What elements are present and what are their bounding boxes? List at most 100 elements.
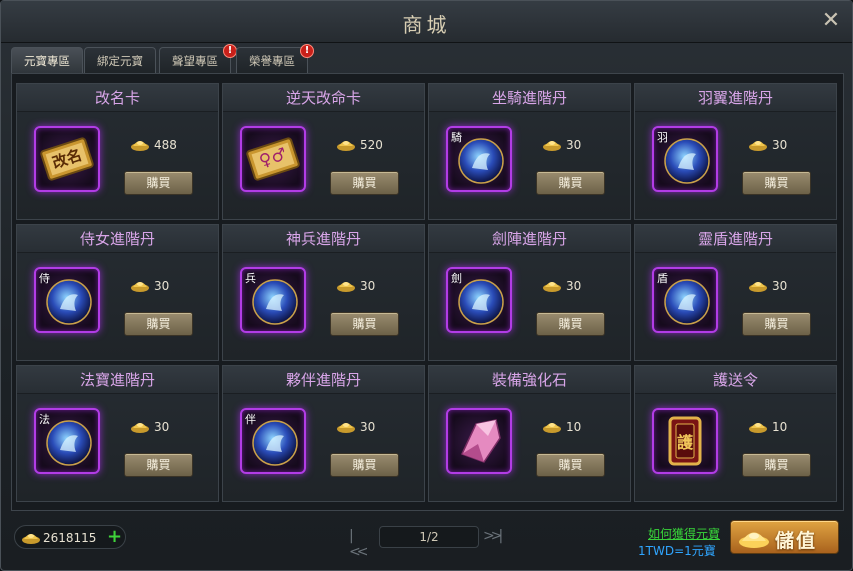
how-to-get-link[interactable]: 如何獲得元寶 bbox=[648, 525, 720, 542]
tab-2[interactable]: 綁定元寶 bbox=[84, 47, 156, 73]
item-slot[interactable]: 改名 bbox=[34, 126, 100, 192]
ingot-icon bbox=[337, 141, 355, 151]
item-price: 10 bbox=[772, 420, 788, 434]
shop-item-card: 羽翼進階丹 羽 30 購買 bbox=[634, 83, 837, 220]
item-slot[interactable]: ♀♂ bbox=[240, 126, 306, 192]
gold-ingot-icon bbox=[739, 532, 769, 548]
item-price: 30 bbox=[360, 279, 376, 293]
shop-item-card: 逆天改命卡 ♀♂ 520 購買 bbox=[222, 83, 425, 220]
item-price: 30 bbox=[566, 138, 582, 152]
buy-button[interactable]: 購買 bbox=[536, 171, 605, 195]
prev-page-icon[interactable]: |<< bbox=[349, 528, 369, 560]
tab-1[interactable]: 元寶專區 bbox=[11, 47, 83, 73]
item-category-label: 盾 bbox=[657, 272, 668, 285]
buy-button[interactable]: 購買 bbox=[536, 453, 605, 477]
ingot-icon bbox=[131, 141, 149, 151]
item-category-label: 劍 bbox=[451, 272, 462, 285]
shop-item-card: 神兵進階丹 兵 30 購買 bbox=[222, 224, 425, 361]
buy-button[interactable]: 購買 bbox=[330, 171, 399, 195]
item-name: 靈盾進階丹 bbox=[635, 225, 836, 253]
close-icon[interactable]: ✕ bbox=[820, 10, 842, 32]
item-price: 30 bbox=[154, 279, 170, 293]
item-name: 改名卡 bbox=[17, 84, 218, 112]
ingot-icon bbox=[749, 141, 767, 151]
shop-item-card: 改名卡 改名 488 購買 bbox=[16, 83, 219, 220]
item-price: 30 bbox=[360, 420, 376, 434]
buy-button[interactable]: 購買 bbox=[742, 171, 811, 195]
item-slot[interactable]: 法 bbox=[34, 408, 100, 474]
item-slot[interactable]: 護 bbox=[652, 408, 718, 474]
item-name: 護送令 bbox=[635, 366, 836, 394]
ingot-icon bbox=[749, 423, 767, 433]
buy-button[interactable]: 購買 bbox=[124, 312, 193, 336]
title-bar: 商城 ✕ bbox=[1, 1, 852, 43]
shop-item-card: 法寶進階丹 法 30 購買 bbox=[16, 365, 219, 502]
item-slot[interactable]: 劍 bbox=[446, 267, 512, 333]
item-price: 488 bbox=[154, 138, 177, 152]
item-name: 羽翼進階丹 bbox=[635, 84, 836, 112]
shop-item-card: 夥伴進階丹 伴 30 購買 bbox=[222, 365, 425, 502]
item-slot[interactable]: 騎 bbox=[446, 126, 512, 192]
exchange-rate: 1TWD=1元寶 bbox=[638, 544, 716, 558]
page-indicator: 1/2 bbox=[379, 526, 479, 548]
item-price: 30 bbox=[772, 279, 788, 293]
item-slot[interactable]: 侍 bbox=[34, 267, 100, 333]
enhance-crystal-icon bbox=[460, 419, 501, 463]
tab-label: 榮譽專區 bbox=[249, 54, 295, 68]
item-slot[interactable]: 羽 bbox=[652, 126, 718, 192]
tab-label: 聲望專區 bbox=[172, 54, 218, 68]
buy-button[interactable]: 購買 bbox=[330, 312, 399, 336]
shop-item-card: 劍陣進階丹 劍 30 購買 bbox=[428, 224, 631, 361]
next-page-icon[interactable]: >>| bbox=[483, 528, 503, 544]
item-slot[interactable]: 兵 bbox=[240, 267, 306, 333]
item-price: 30 bbox=[154, 420, 170, 434]
ingot-icon bbox=[543, 282, 561, 292]
item-price: 10 bbox=[566, 420, 582, 434]
item-name: 坐騎進階丹 bbox=[429, 84, 630, 112]
buy-button[interactable]: 購買 bbox=[330, 453, 399, 477]
buy-button[interactable]: 購買 bbox=[124, 171, 193, 195]
shop-item-card: 裝備強化石 10 購買 bbox=[428, 365, 631, 502]
alert-icon: ! bbox=[300, 44, 314, 58]
buy-button[interactable]: 購買 bbox=[124, 453, 193, 477]
ingot-icon bbox=[337, 282, 355, 292]
item-name: 法寶進階丹 bbox=[17, 366, 218, 394]
item-category-label: 兵 bbox=[245, 272, 256, 285]
tab-label: 綁定元寶 bbox=[97, 54, 143, 68]
item-category-label: 羽 bbox=[657, 131, 668, 144]
item-slot[interactable]: 伴 bbox=[240, 408, 306, 474]
shop-item-card: 靈盾進階丹 盾 30 購買 bbox=[634, 224, 837, 361]
item-slot[interactable] bbox=[446, 408, 512, 474]
item-category-label: 騎 bbox=[451, 131, 462, 144]
shop-item-card: 護送令 護 10 購買 bbox=[634, 365, 837, 502]
topup-label: 儲值 bbox=[775, 530, 818, 552]
tab-label: 元寶專區 bbox=[24, 54, 70, 68]
item-slot[interactable]: 盾 bbox=[652, 267, 718, 333]
item-price: 30 bbox=[566, 279, 582, 293]
shop-item-card: 侍女進階丹 侍 30 購買 bbox=[16, 224, 219, 361]
item-grid: 改名卡 改名 488 購買 逆天改命卡 ♀♂ 520 購買 坐騎進階丹 騎 30… bbox=[11, 73, 844, 511]
shop-window: 商城 ✕ 元寶專區 綁定元寶 聲望專區! 榮譽專區! 改名卡 改名 488 購買 逆天… bbox=[0, 0, 853, 571]
item-category-label: 伴 bbox=[245, 413, 256, 426]
ingot-icon bbox=[543, 141, 561, 151]
item-price: 30 bbox=[772, 138, 788, 152]
topup-button[interactable]: 儲值 bbox=[730, 520, 839, 554]
buy-button[interactable]: 購買 bbox=[742, 312, 811, 336]
ingot-icon bbox=[749, 282, 767, 292]
tab-4[interactable]: 榮譽專區! bbox=[236, 44, 314, 73]
ingot-icon bbox=[131, 423, 149, 433]
item-name: 裝備強化石 bbox=[429, 366, 630, 394]
ingot-icon bbox=[543, 423, 561, 433]
buy-button[interactable]: 購買 bbox=[742, 453, 811, 477]
alert-icon: ! bbox=[223, 44, 237, 58]
add-currency-button[interactable]: + bbox=[107, 528, 122, 546]
ingot-icon bbox=[131, 282, 149, 292]
tab-3[interactable]: 聲望專區! bbox=[159, 44, 237, 73]
item-name: 侍女進階丹 bbox=[17, 225, 218, 253]
ingot-icon bbox=[337, 423, 355, 433]
item-name: 劍陣進階丹 bbox=[429, 225, 630, 253]
buy-button[interactable]: 購買 bbox=[536, 312, 605, 336]
item-name: 神兵進階丹 bbox=[223, 225, 424, 253]
balance-amount: 2618115 bbox=[43, 531, 97, 545]
item-name: 夥伴進階丹 bbox=[223, 366, 424, 394]
